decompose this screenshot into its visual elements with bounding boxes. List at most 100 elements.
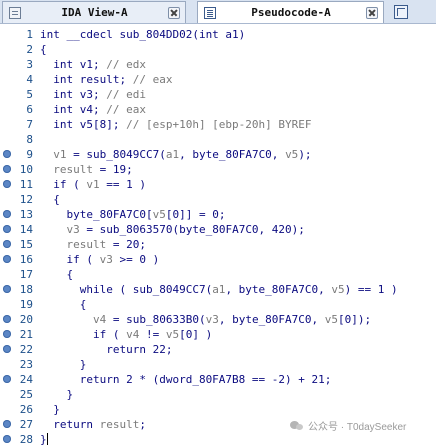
line-number: 13: [19, 208, 33, 221]
code-token: {: [40, 193, 60, 206]
code-token: v5: [152, 208, 166, 221]
code-token: v5: [165, 328, 180, 341]
code-token: = sub_8063570(byte_80FA7C0, 420);: [79, 223, 305, 236]
line-number: 22: [19, 343, 33, 356]
code-token: ;: [139, 418, 146, 431]
code-token: if (: [40, 328, 127, 341]
code-line[interactable]: 3 int v1; // edx: [0, 57, 436, 72]
tab-pseudocode[interactable]: Pseudocode-A: [197, 1, 384, 23]
code-text: int v4; // eax: [40, 102, 146, 117]
code-token: }: [40, 388, 74, 401]
code-line[interactable]: 15 result = 20;: [0, 237, 436, 252]
close-icon[interactable]: [366, 6, 378, 19]
code-text: while ( sub_8049CC7(a1, byte_80FA7C0, v5…: [40, 282, 398, 297]
code-line[interactable]: 5 int v3; // edi: [0, 87, 436, 102]
code-line[interactable]: 1 int __cdecl sub_804DD02(int a1): [0, 27, 436, 42]
code-token: v4: [92, 313, 107, 326]
code-text: {: [40, 192, 60, 207]
code-token: v3: [66, 223, 80, 236]
code-line[interactable]: 21 if ( v4 != v5[0] ): [0, 327, 436, 342]
code-token: {: [40, 43, 47, 56]
code-token: return: [40, 418, 100, 431]
ida-view-icon: [9, 6, 21, 19]
code-comment: // eax: [132, 73, 173, 86]
code-token: result: [66, 238, 107, 251]
code-token: int v1;: [40, 58, 107, 71]
tab-ida-view-label: IDA View-A: [61, 6, 128, 19]
code-token: = sub_8049CC7(: [66, 148, 166, 161]
code-token: a1: [212, 283, 226, 296]
code-text: if ( v1 == 1 ): [40, 177, 146, 192]
code-text: return 22;: [40, 342, 172, 357]
code-line[interactable]: 6 int v4; // eax: [0, 102, 436, 117]
code-text: }: [40, 402, 60, 417]
code-comment: // edx: [106, 58, 146, 71]
code-line[interactable]: 11 if ( v1 == 1 ): [0, 177, 436, 192]
line-number: 14: [19, 223, 33, 236]
code-line[interactable]: 10 result = 19;: [0, 162, 436, 177]
code-token: = sub_80633B0(: [106, 313, 206, 326]
code-token: [0]] = 0;: [165, 208, 226, 221]
code-text: int v1; // edx: [40, 57, 146, 72]
code-line[interactable]: 17 {: [0, 267, 436, 282]
code-text: result = 20;: [40, 237, 147, 252]
code-line[interactable]: 22 return 22;: [0, 342, 436, 357]
tab-ida-view[interactable]: IDA View-A: [2, 1, 186, 23]
line-number: 18: [19, 283, 33, 296]
code-token: {: [40, 298, 87, 311]
code-line[interactable]: 12 {: [0, 192, 436, 207]
line-number: 19: [19, 298, 33, 311]
code-token: [0] ): [179, 328, 213, 341]
tab-hex-view[interactable]: [386, 1, 436, 23]
code-text: {: [40, 42, 47, 57]
code-line[interactable]: 16 if ( v3 >= 0 ): [0, 252, 436, 267]
code-token: v5: [285, 148, 299, 161]
line-number: 23: [19, 358, 33, 371]
line-number: 26: [19, 403, 33, 416]
line-number: 7: [26, 118, 33, 131]
line-number: 1: [26, 28, 33, 41]
code-line[interactable]: 7 int v5[8]; // [esp+10h] [ebp-20h] BYRE…: [0, 117, 436, 132]
tab-pseudocode-label: Pseudocode-A: [251, 6, 331, 19]
close-icon[interactable]: [168, 6, 180, 19]
code-text: }: [40, 387, 73, 402]
code-line[interactable]: 19 {: [0, 297, 436, 312]
code-text: byte_80FA7C0[v5[0]] = 0;: [40, 207, 225, 222]
code-token: result: [53, 163, 93, 176]
code-token: ) == 1 ): [344, 283, 398, 296]
pseudocode-icon: [204, 6, 216, 19]
code-line[interactable]: 23 }: [0, 357, 436, 372]
code-line[interactable]: 2{: [0, 42, 436, 57]
tab-bar: IDA View-A Pseudocode-A: [0, 0, 436, 24]
code-token: result: [99, 418, 140, 431]
code-line[interactable]: 13 byte_80FA7C0[v5[0]] = 0;: [0, 207, 436, 222]
code-token: v4: [126, 328, 140, 341]
code-line[interactable]: 25 }: [0, 387, 436, 402]
code-line[interactable]: 14 v3 = sub_8063570(byte_80FA7C0, 420);: [0, 222, 436, 237]
code-line[interactable]: 4 int result; // eax: [0, 72, 436, 87]
pseudocode-editor[interactable]: 1 int __cdecl sub_804DD02(int a1) 2{3 int …: [0, 24, 436, 446]
line-number: 16: [19, 253, 33, 266]
code-token: = 20;: [106, 238, 146, 251]
code-token: = 19;: [93, 163, 133, 176]
code-text: int result; // eax: [40, 72, 172, 87]
code-text: int v5[8]; // [esp+10h] [ebp-20h] BYREF: [40, 117, 312, 132]
code-line[interactable]: 9 v1 = sub_8049CC7(a1, byte_80FA7C0, v5)…: [0, 147, 436, 162]
code-line[interactable]: 18 while ( sub_8049CC7(a1, byte_80FA7C0,…: [0, 282, 436, 297]
code-line[interactable]: 20 v4 = sub_80633B0(v3, byte_80FA7C0, v5…: [0, 312, 436, 327]
code-comment: // [esp+10h] [ebp-20h] BYREF: [126, 118, 312, 131]
code-text: v3 = sub_8063570(byte_80FA7C0, 420);: [40, 222, 305, 237]
code-token: , byte_80FA7C0,: [225, 283, 332, 296]
code-token: return 2 * (dword_80FA7B8 == -2) + 21;: [40, 373, 332, 386]
code-line[interactable]: 26 }: [0, 402, 436, 417]
code-line[interactable]: 8: [0, 132, 436, 147]
line-number: 8: [26, 133, 33, 146]
line-number: 11: [19, 178, 33, 191]
code-token: int __cdecl sub_804DD02(int a1): [40, 28, 246, 41]
code-line[interactable]: 24 return 2 * (dword_80FA7B8 == -2) + 21…: [0, 372, 436, 387]
code-token: v5: [324, 313, 339, 326]
code-token: , byte_80FA7C0,: [179, 148, 286, 161]
